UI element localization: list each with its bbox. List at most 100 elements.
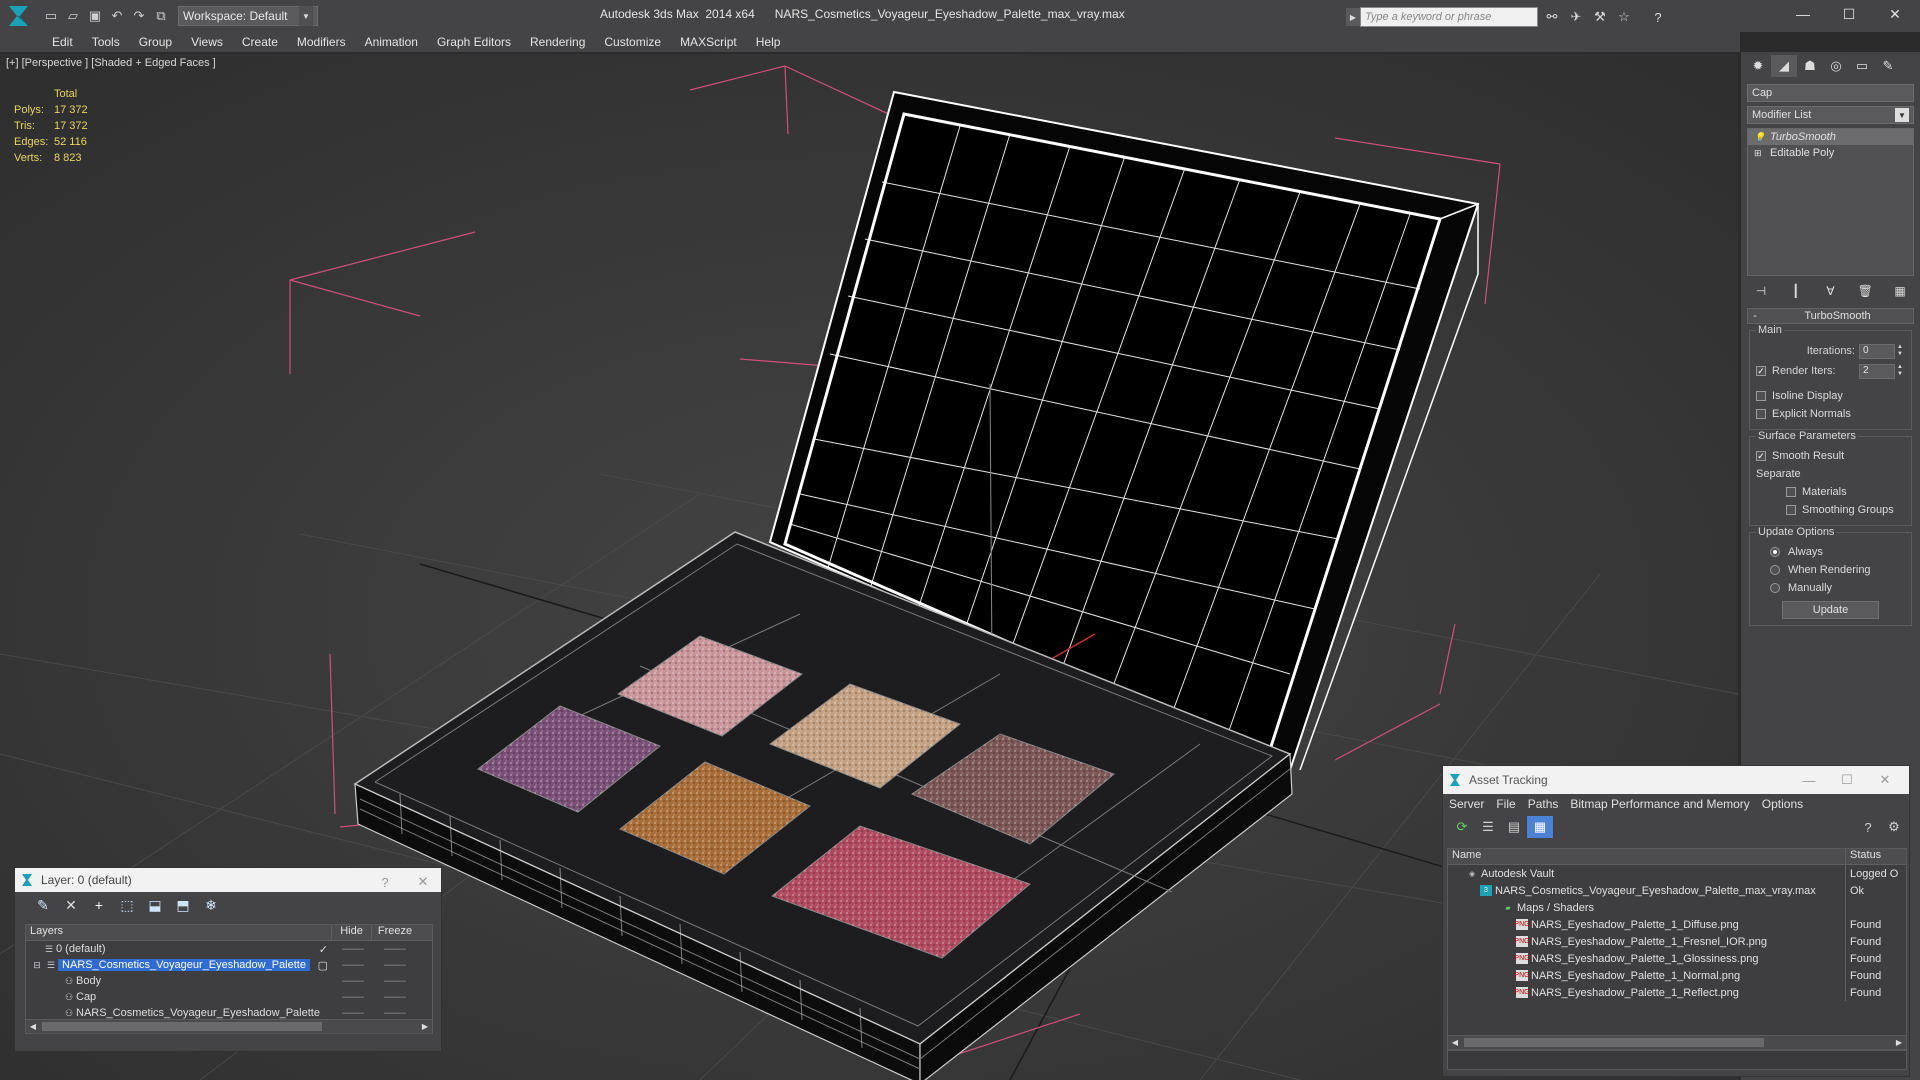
- hierarchy-tab-icon[interactable]: ☗: [1797, 55, 1823, 77]
- menu-animation[interactable]: Animation: [365, 35, 418, 49]
- horizontal-scrollbar[interactable]: ◀ ▶: [26, 1019, 432, 1033]
- help-icon[interactable]: ?: [1648, 8, 1668, 26]
- minimize-button[interactable]: —: [1789, 770, 1829, 790]
- table-row[interactable]: ⊟ ☰ NARS_Cosmetics_Voyageur_Eyeshadow_Pale…: [26, 957, 432, 973]
- table-row[interactable]: PNG NARS_Eyeshadow_Palette_1_Fresnel_IOR.…: [1448, 933, 1906, 950]
- menu-customize[interactable]: Customize: [604, 35, 661, 49]
- close-button[interactable]: ✕: [403, 872, 443, 892]
- close-button[interactable]: ✕: [1872, 0, 1918, 28]
- object-name-field[interactable]: Cap: [1747, 84, 1914, 102]
- project-folder-icon[interactable]: ⧉: [150, 5, 172, 27]
- active-box-icon[interactable]: ▢: [318, 959, 328, 972]
- menu-edit[interactable]: Edit: [52, 35, 73, 49]
- when-rendering-radio[interactable]: [1770, 565, 1780, 575]
- add-to-layer-icon[interactable]: +: [85, 894, 113, 916]
- smoothing-groups-checkbox[interactable]: [1786, 505, 1796, 515]
- binoculars-icon[interactable]: ⚯: [1542, 8, 1562, 26]
- iterations-spinner[interactable]: 0: [1859, 343, 1895, 359]
- collapse-minus-icon[interactable]: -: [1748, 310, 1762, 322]
- scroll-left-icon[interactable]: ◀: [1448, 1036, 1462, 1049]
- col-name[interactable]: Name: [1448, 849, 1846, 864]
- scroll-right-icon[interactable]: ▶: [418, 1020, 432, 1033]
- redo-icon[interactable]: ↷: [128, 5, 150, 27]
- help-icon[interactable]: ?: [1855, 816, 1881, 838]
- configure-sets-icon[interactable]: ▦: [1890, 282, 1910, 300]
- always-radio[interactable]: [1770, 547, 1780, 557]
- menu-options[interactable]: Options: [1762, 797, 1803, 811]
- maximize-button[interactable]: ☐: [1826, 0, 1872, 28]
- menu-modifiers[interactable]: Modifiers: [297, 35, 346, 49]
- col-hide[interactable]: Hide: [332, 925, 372, 940]
- minimize-button[interactable]: —: [1780, 0, 1826, 28]
- table-row[interactable]: ◉ Autodesk Vault Logged O: [1448, 865, 1906, 882]
- menu-rendering[interactable]: Rendering: [530, 35, 585, 49]
- exchange-icon[interactable]: ⚒: [1590, 8, 1610, 26]
- pin-stack-icon[interactable]: ⊣: [1751, 282, 1771, 300]
- modify-tab-icon[interactable]: ◢: [1771, 55, 1797, 77]
- new-layer-icon[interactable]: ✎: [29, 894, 57, 916]
- create-tab-icon[interactable]: ✹: [1745, 55, 1771, 77]
- menu-help[interactable]: Help: [756, 35, 781, 49]
- menu-tools[interactable]: Tools: [92, 35, 120, 49]
- menu-maxscript[interactable]: MAXScript: [680, 35, 737, 49]
- settings-icon[interactable]: ⚙: [1881, 816, 1907, 838]
- communication-icon[interactable]: ✈: [1566, 8, 1586, 26]
- chevron-down-icon[interactable]: ▼: [1895, 108, 1909, 122]
- freeze-toggle[interactable]: ——: [374, 991, 416, 1003]
- search-expand-icon[interactable]: ▶: [1346, 8, 1360, 26]
- freeze-toggle[interactable]: ——: [374, 959, 416, 971]
- new-file-icon[interactable]: ▭: [40, 5, 62, 27]
- collapse-minus-icon[interactable]: ⊟: [30, 960, 44, 971]
- isoline-checkbox[interactable]: [1756, 391, 1766, 401]
- explicit-normals-checkbox[interactable]: [1756, 409, 1766, 419]
- freeze-toggle[interactable]: ——: [374, 943, 416, 955]
- col-status[interactable]: Status: [1846, 849, 1906, 864]
- spinner-arrows-icon[interactable]: ▲ ▼: [1897, 344, 1905, 359]
- hide-toggle[interactable]: ——: [332, 959, 374, 971]
- search-input[interactable]: Type a keyword or phrase: [1360, 7, 1538, 27]
- favorites-star-icon[interactable]: ☆: [1614, 8, 1634, 26]
- menu-views[interactable]: Views: [191, 35, 223, 49]
- list-view-icon[interactable]: ☰: [1475, 816, 1501, 838]
- menu-group[interactable]: Group: [139, 35, 172, 49]
- table-row[interactable]: PNG NARS_Eyeshadow_Palette_1_Glossiness.p…: [1448, 950, 1906, 967]
- render-iters-spinner[interactable]: 2: [1859, 363, 1895, 379]
- scrollbar-thumb[interactable]: [42, 1022, 322, 1031]
- hide-toggle[interactable]: ——: [332, 1007, 374, 1019]
- display-tab-icon[interactable]: ▭: [1849, 55, 1875, 77]
- hide-all-icon[interactable]: ⬒: [169, 894, 197, 916]
- table-row[interactable]: PNG NARS_Eyeshadow_Palette_1_Normal.png F…: [1448, 967, 1906, 984]
- detail-view-icon[interactable]: ▤: [1501, 816, 1527, 838]
- highlight-selected-icon[interactable]: ⬓: [141, 894, 169, 916]
- hide-toggle[interactable]: ——: [332, 991, 374, 1003]
- materials-checkbox[interactable]: [1786, 487, 1796, 497]
- close-button[interactable]: ✕: [1865, 770, 1905, 790]
- lightbulb-icon[interactable]: 💡: [1754, 132, 1765, 143]
- undo-icon[interactable]: ↶: [106, 5, 128, 27]
- remove-modifier-icon[interactable]: 🗑: [1855, 282, 1875, 300]
- select-objects-icon[interactable]: ⬚: [113, 894, 141, 916]
- freeze-toggle[interactable]: ——: [374, 1007, 416, 1019]
- chevron-down-icon[interactable]: ▼: [299, 6, 313, 26]
- menu-bitmap-performance[interactable]: Bitmap Performance and Memory: [1570, 797, 1749, 811]
- open-file-icon[interactable]: ▱: [62, 5, 84, 27]
- workspace-dropdown[interactable]: Workspace: Default ▼: [178, 6, 318, 26]
- scrollbar-thumb[interactable]: [1464, 1038, 1764, 1047]
- app-logo-icon[interactable]: [0, 0, 40, 32]
- scroll-right-icon[interactable]: ▶: [1892, 1036, 1906, 1049]
- col-layers[interactable]: Layers: [26, 925, 332, 940]
- menu-file[interactable]: File: [1496, 797, 1515, 811]
- menu-graph-editors[interactable]: Graph Editors: [437, 35, 511, 49]
- stack-item-editable-poly[interactable]: ⊞ Editable Poly: [1748, 145, 1913, 161]
- delete-layer-icon[interactable]: ✕: [57, 894, 85, 916]
- table-row[interactable]: ▰ Maps / Shaders: [1448, 899, 1906, 916]
- hide-toggle[interactable]: ——: [332, 943, 374, 955]
- table-view-icon[interactable]: ▦: [1527, 816, 1553, 838]
- table-row[interactable]: 3 NARS_Cosmetics_Voyageur_Eyeshadow_Palet…: [1448, 882, 1906, 899]
- col-freeze[interactable]: Freeze: [372, 925, 418, 940]
- hide-toggle[interactable]: ——: [332, 975, 374, 987]
- menu-create[interactable]: Create: [242, 35, 278, 49]
- menu-server[interactable]: Server: [1449, 797, 1484, 811]
- asset-dialog-titlebar[interactable]: Asset Tracking — ☐ ✕: [1443, 766, 1909, 794]
- table-row[interactable]: PNG NARS_Eyeshadow_Palette_1_Reflect.png …: [1448, 984, 1906, 1001]
